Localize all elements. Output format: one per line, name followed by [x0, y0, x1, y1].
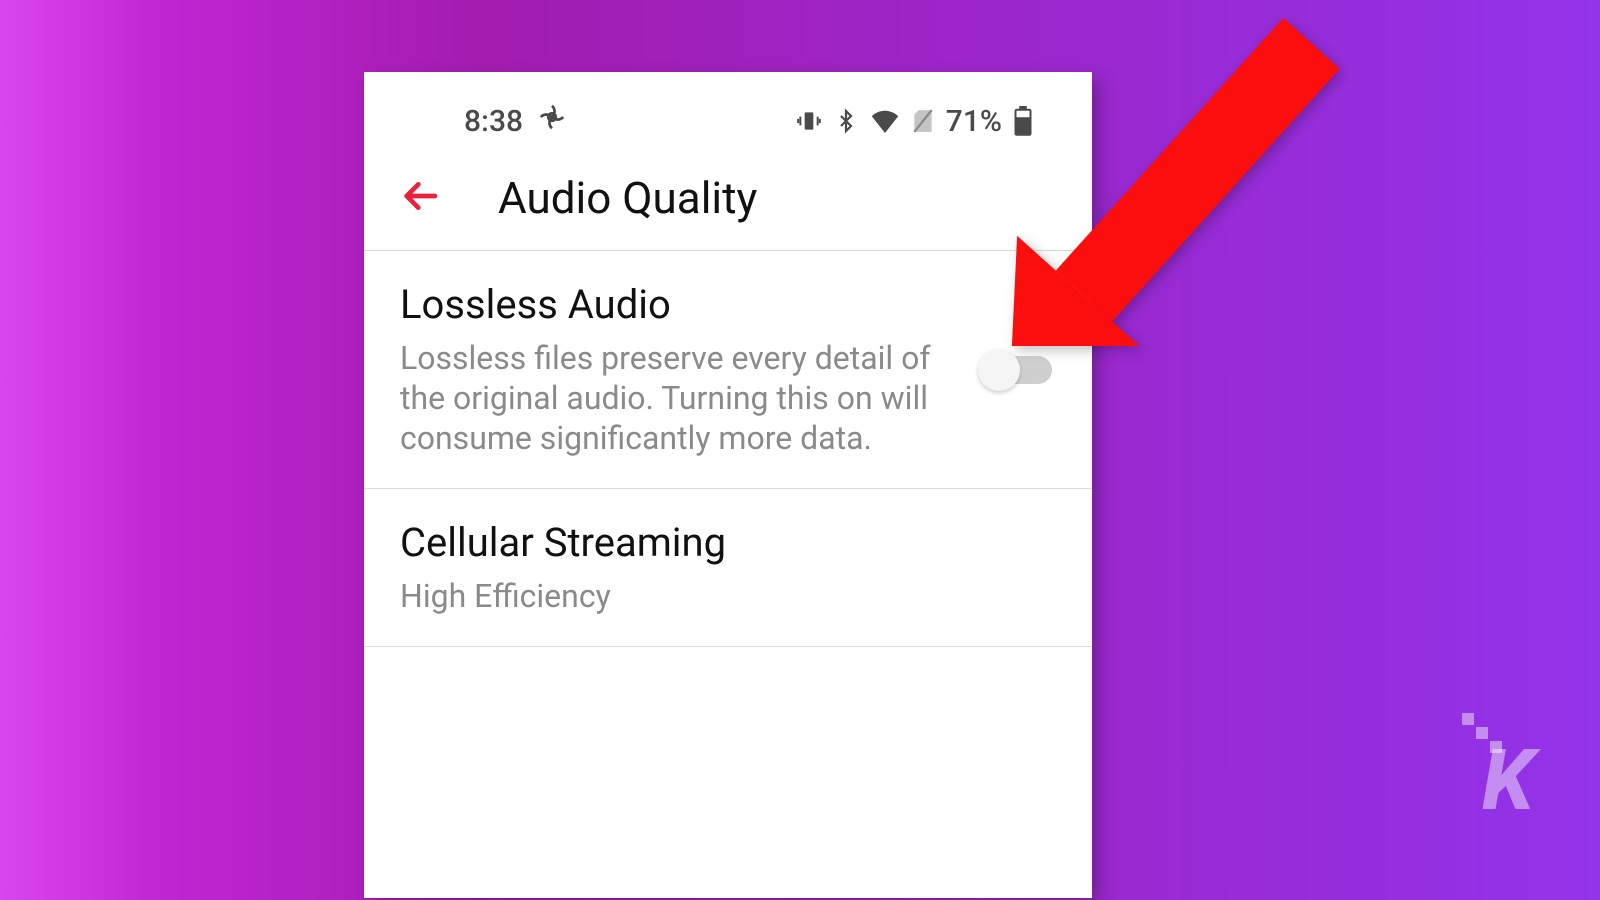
setting-text-block: Cellular Streaming High Efficiency [400, 519, 1052, 616]
battery-icon [1014, 106, 1032, 136]
lossless-toggle[interactable] [982, 356, 1052, 384]
setting-lossless-audio[interactable]: Lossless Audio Lossless files preserve e… [364, 251, 1092, 489]
setting-title: Lossless Audio [400, 281, 942, 328]
status-bar-left: 8:38 [464, 102, 567, 140]
wifi-icon [870, 109, 900, 133]
toggle-thumb [978, 349, 1020, 391]
no-sim-icon [912, 108, 934, 134]
setting-description: Lossless files preserve every detail of … [400, 338, 942, 458]
setting-cellular-streaming[interactable]: Cellular Streaming High Efficiency [364, 489, 1092, 647]
phone-frame: 8:38 [364, 72, 1092, 898]
vibrate-icon [796, 108, 822, 134]
status-bar-right: 71% [796, 104, 1032, 139]
page-title: Audio Quality [498, 172, 757, 224]
setting-value: High Efficiency [400, 576, 1012, 616]
watermark: K [1482, 731, 1530, 830]
setting-title: Cellular Streaming [400, 519, 1012, 566]
page-header: Audio Quality [364, 150, 1092, 251]
bluetooth-icon [834, 108, 858, 134]
pinwheel-icon [537, 102, 567, 140]
status-bar: 8:38 [364, 72, 1092, 150]
battery-percent: 71% [946, 104, 1002, 139]
back-arrow-icon[interactable] [400, 176, 440, 220]
status-time: 8:38 [464, 104, 523, 139]
setting-text-block: Lossless Audio Lossless files preserve e… [400, 281, 982, 458]
